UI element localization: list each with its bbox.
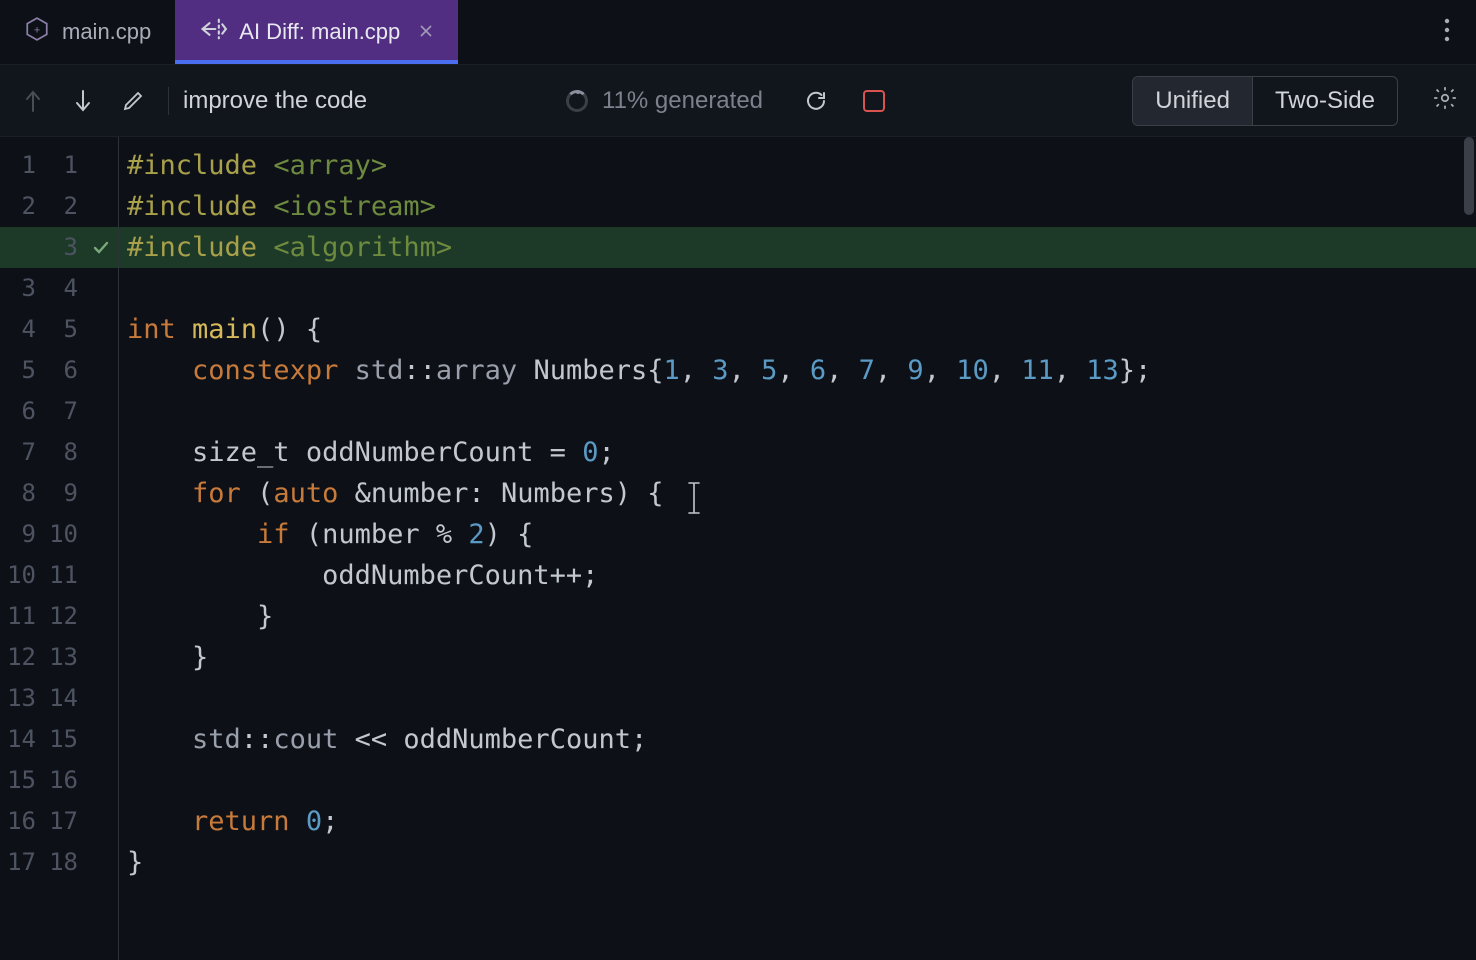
progress-text: 11% generated: [602, 87, 763, 115]
code-line[interactable]: std::cout << oddNumberCount;: [127, 719, 1476, 760]
next-diff-icon[interactable]: [68, 89, 98, 113]
code-area[interactable]: #include <array>#include <iostream>#incl…: [119, 137, 1476, 960]
code-line[interactable]: }: [127, 842, 1476, 883]
diff-view-toggle: Unified Two-Side: [1132, 76, 1398, 126]
code-line[interactable]: [127, 678, 1476, 719]
code-line[interactable]: }: [127, 596, 1476, 637]
stop-button[interactable]: [863, 90, 885, 112]
new-line-number: 18: [42, 842, 84, 883]
code-line[interactable]: [127, 268, 1476, 309]
new-line-number: 5: [42, 309, 84, 350]
old-line-number: 17: [0, 842, 42, 883]
old-line-number: 6: [0, 391, 42, 432]
tab-ai-diff[interactable]: AI Diff: main.cpp: [175, 0, 458, 64]
two-side-view-button[interactable]: Two-Side: [1252, 77, 1397, 125]
new-line-number: 14: [42, 678, 84, 719]
diff-toolbar: 11% generated Unified Two-Side: [0, 65, 1476, 137]
old-line-number: 7: [0, 432, 42, 473]
vertical-scrollbar[interactable]: [1462, 137, 1476, 960]
new-line-number: 2: [42, 186, 84, 227]
new-line-number: 17: [42, 801, 84, 842]
old-line-number: 3: [0, 268, 42, 309]
old-line-number: 2: [0, 186, 42, 227]
line-number-gutter: 1122.33445566778899101011111212131314141…: [0, 137, 119, 960]
new-line-number: 4: [42, 268, 84, 309]
tab-main-cpp[interactable]: + main.cpp: [0, 0, 175, 64]
code-line[interactable]: #include <iostream>: [127, 186, 1476, 227]
old-line-number: 12: [0, 637, 42, 678]
new-line-number: 1: [42, 145, 84, 186]
prev-diff-icon: [18, 89, 48, 113]
old-line-number: 16: [0, 801, 42, 842]
old-line-number: 15: [0, 760, 42, 801]
code-line[interactable]: int main() {: [127, 309, 1476, 350]
svg-text:+: +: [34, 24, 40, 36]
old-line-number: 8: [0, 473, 42, 514]
new-line-number: 10: [42, 514, 84, 555]
code-line[interactable]: constexpr std::array Numbers{1, 3, 5, 6,…: [127, 350, 1476, 391]
code-line[interactable]: for (auto &number: Numbers) {: [127, 473, 1476, 514]
unified-view-button[interactable]: Unified: [1133, 77, 1252, 125]
old-line-number: .: [0, 227, 42, 268]
code-line[interactable]: size_t oddNumberCount = 0;: [127, 432, 1476, 473]
added-check-icon: [84, 239, 118, 257]
code-line[interactable]: #include <array>: [127, 145, 1476, 186]
new-line-number: 12: [42, 596, 84, 637]
new-line-number: 3: [42, 227, 84, 268]
ai-diff-icon: [199, 15, 227, 49]
code-line[interactable]: oddNumberCount++;: [127, 555, 1476, 596]
old-line-number: 14: [0, 719, 42, 760]
editor-tabs: + main.cpp AI Diff: main.cpp: [0, 0, 1476, 65]
tab-overflow-menu-icon[interactable]: [1418, 17, 1476, 48]
code-line[interactable]: if (number % 2) {: [127, 514, 1476, 555]
settings-icon[interactable]: [1432, 85, 1458, 116]
new-line-number: 9: [42, 473, 84, 514]
old-line-number: 9: [0, 514, 42, 555]
new-line-number: 16: [42, 760, 84, 801]
code-line[interactable]: #include <algorithm>: [119, 227, 1476, 268]
old-line-number: 13: [0, 678, 42, 719]
edit-icon[interactable]: [118, 89, 148, 113]
old-line-number: 1: [0, 145, 42, 186]
code-line[interactable]: [127, 760, 1476, 801]
new-line-number: 6: [42, 350, 84, 391]
spinner-icon: [566, 90, 588, 112]
code-line[interactable]: [127, 391, 1476, 432]
code-line[interactable]: return 0;: [127, 801, 1476, 842]
diff-editor[interactable]: 1122.33445566778899101011111212131314141…: [0, 137, 1476, 960]
close-icon[interactable]: [418, 19, 434, 45]
old-line-number: 4: [0, 309, 42, 350]
new-line-number: 15: [42, 719, 84, 760]
ai-prompt-input[interactable]: [168, 87, 508, 115]
code-line[interactable]: }: [127, 637, 1476, 678]
generation-progress: 11% generated: [566, 87, 763, 115]
refresh-icon[interactable]: [801, 89, 831, 113]
tab-label: main.cpp: [62, 19, 151, 45]
tab-label: AI Diff: main.cpp: [239, 19, 400, 45]
new-line-number: 11: [42, 555, 84, 596]
new-line-number: 13: [42, 637, 84, 678]
old-line-number: 11: [0, 596, 42, 637]
new-line-number: 7: [42, 391, 84, 432]
old-line-number: 5: [0, 350, 42, 391]
old-line-number: 10: [0, 555, 42, 596]
scrollbar-thumb[interactable]: [1464, 137, 1474, 215]
cpp-file-icon: +: [24, 16, 50, 48]
new-line-number: 8: [42, 432, 84, 473]
